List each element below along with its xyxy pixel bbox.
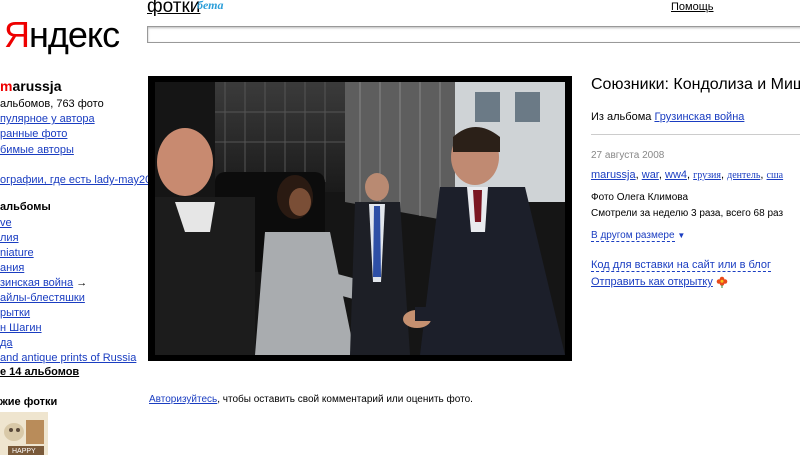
other-size-dropdown[interactable]: В другом размере ▼	[591, 230, 686, 242]
logo-rest: ндекс	[29, 14, 120, 55]
divider	[591, 134, 800, 135]
username-rest: arussja	[12, 78, 62, 94]
album-source: Из альбома Грузинская война	[591, 111, 744, 123]
tag-link[interactable]: грузия	[693, 170, 721, 181]
flower-icon	[716, 276, 728, 289]
search-input[interactable]	[147, 26, 800, 43]
album-item[interactable]: niature	[0, 247, 34, 259]
help-link[interactable]: Помощь	[671, 1, 714, 13]
photo-title: Союзники: Кондолиза и Мишико	[591, 76, 800, 93]
album-item[interactable]: рытки	[0, 307, 30, 319]
main-photo[interactable]	[155, 82, 565, 355]
album-item[interactable]: ve	[0, 217, 12, 229]
current-arrow-icon: →	[76, 277, 88, 289]
favorite-authors-link[interactable]: бимые авторы	[0, 144, 74, 156]
popular-by-author-link[interactable]: пулярное у автора	[0, 113, 95, 125]
comment-prompt-text: , чтобы оставить свой комментарий или оц…	[217, 394, 473, 405]
thumb-caption: HAPPY	[12, 448, 36, 455]
logo-letter-ya: Я	[4, 14, 30, 55]
photos-with-user-link[interactable]: ографии, где есть lady-may2006	[0, 174, 163, 186]
embed-code-link[interactable]: Код для вставки на сайт или в блог	[591, 259, 771, 272]
photo-date: 27 августа 2008	[591, 150, 665, 161]
send-postcard-link[interactable]: Отправить как открытку	[591, 276, 713, 288]
tag-link[interactable]: ww4	[665, 169, 687, 181]
album-item[interactable]: лия	[0, 232, 19, 244]
other-size-label: В другом размере	[591, 230, 675, 242]
album-stats: альбомов, 763 фото	[0, 98, 104, 110]
album-item[interactable]: н Шагин	[0, 322, 42, 334]
tag-link[interactable]: дентель	[727, 170, 760, 181]
all-albums-link[interactable]: е 14 альбомов	[0, 366, 79, 378]
view-count: Смотрели за неделю 3 раза, всего 68 раз	[591, 208, 784, 219]
send-postcard[interactable]: Отправить как открытку	[591, 276, 728, 289]
photo-author: Фото Олега Климова	[591, 192, 689, 203]
triangle-down-icon: ▼	[677, 231, 686, 240]
favorite-photos-link[interactable]: ранные фото	[0, 128, 67, 140]
yandex-logo[interactable]: Яндекс	[4, 14, 120, 56]
service-name-link[interactable]: фотки	[147, 0, 200, 18]
album-item[interactable]: ания	[0, 262, 24, 274]
comment-prompt: Авторизуйтесь, чтобы оставить свой комме…	[149, 394, 473, 405]
tag-link[interactable]: war	[642, 169, 659, 181]
album-current-label[interactable]: зинская война	[0, 277, 73, 289]
album-item[interactable]: айлы-блестяшки	[0, 292, 85, 304]
album-item-current[interactable]: зинская война →	[0, 277, 87, 289]
fresh-photo-thumbnail[interactable]: HAPPY	[0, 412, 48, 455]
tag-list: marussja, war, ww4, грузия, дентель, сша	[591, 169, 784, 181]
album-source-prefix: Из альбома	[591, 111, 652, 123]
album-link[interactable]: Грузинская война	[654, 111, 744, 123]
fresh-photos-heading: жие фотки	[0, 396, 58, 408]
username-first-letter: m	[0, 78, 13, 94]
albums-heading: альбомы	[0, 201, 51, 213]
album-item[interactable]: да	[0, 337, 13, 349]
tag-link[interactable]: сша	[767, 170, 784, 181]
album-item[interactable]: and antique prints of Russia	[0, 352, 136, 364]
login-link[interactable]: Авторизуйтесь	[149, 394, 217, 405]
username-link[interactable]: marussja	[0, 78, 62, 94]
beta-label: бета	[197, 0, 224, 12]
tag-link[interactable]: marussja	[591, 169, 636, 181]
